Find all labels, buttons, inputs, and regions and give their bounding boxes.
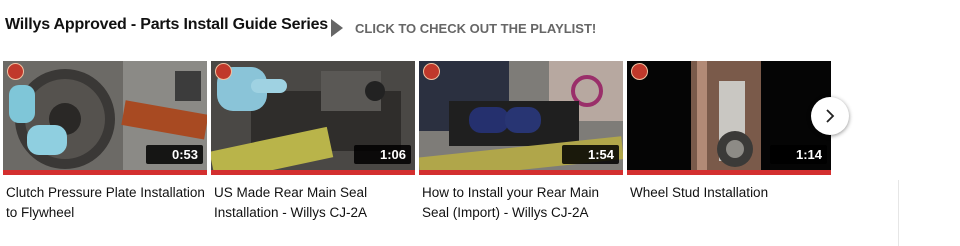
channel-logo-icon xyxy=(423,63,440,80)
video-thumbnail[interactable]: 1:06 xyxy=(211,61,415,170)
video-duration: 0:53 xyxy=(145,145,203,164)
watch-progress-bar xyxy=(211,170,415,175)
channel-logo-icon xyxy=(7,63,24,80)
video-title[interactable]: How to Install your Rear Main Seal (Impo… xyxy=(422,183,622,223)
playlist-header: Willys Approved - Parts Install Guide Se… xyxy=(0,0,960,54)
carousel-next-button[interactable] xyxy=(811,97,849,135)
series-title: Willys Approved - Parts Install Guide Se… xyxy=(5,16,329,33)
video-carousel: 0:53 Clutch Pressure Plate Installation … xyxy=(0,61,900,241)
video-title[interactable]: US Made Rear Main Seal Installation - Wi… xyxy=(214,183,414,223)
chevron-right-icon xyxy=(826,109,835,123)
playlist-link[interactable]: CLICK TO CHECK OUT THE PLAYLIST! xyxy=(331,18,596,38)
video-card-clutch-pressure-plate[interactable]: 0:53 Clutch Pressure Plate Installation … xyxy=(3,61,207,231)
playlist-link-label: CLICK TO CHECK OUT THE PLAYLIST! xyxy=(355,20,597,36)
video-thumbnail[interactable]: 1:54 xyxy=(419,61,623,170)
video-card-us-rear-main-seal[interactable]: 1:06 US Made Rear Main Seal Installation… xyxy=(211,61,415,231)
video-thumbnail[interactable]: 1:14 xyxy=(627,61,831,170)
video-card-wheel-stud[interactable]: 1:14 Wheel Stud Installation xyxy=(627,61,831,231)
channel-logo-icon xyxy=(631,63,648,80)
video-duration: 1:54 xyxy=(561,145,619,164)
channel-logo-icon xyxy=(215,63,232,80)
watch-progress-bar xyxy=(3,170,207,175)
play-triangle-icon xyxy=(331,19,343,37)
video-duration: 1:14 xyxy=(769,145,827,164)
watch-progress-bar xyxy=(627,170,831,175)
divider xyxy=(898,180,899,246)
video-title[interactable]: Wheel Stud Installation xyxy=(630,183,830,203)
watch-progress-bar xyxy=(419,170,623,175)
video-title[interactable]: Clutch Pressure Plate Installation to Fl… xyxy=(6,183,206,223)
video-duration: 1:06 xyxy=(353,145,411,164)
video-card-import-rear-main-seal[interactable]: 1:54 How to Install your Rear Main Seal … xyxy=(419,61,623,231)
video-thumbnail[interactable]: 0:53 xyxy=(3,61,207,170)
